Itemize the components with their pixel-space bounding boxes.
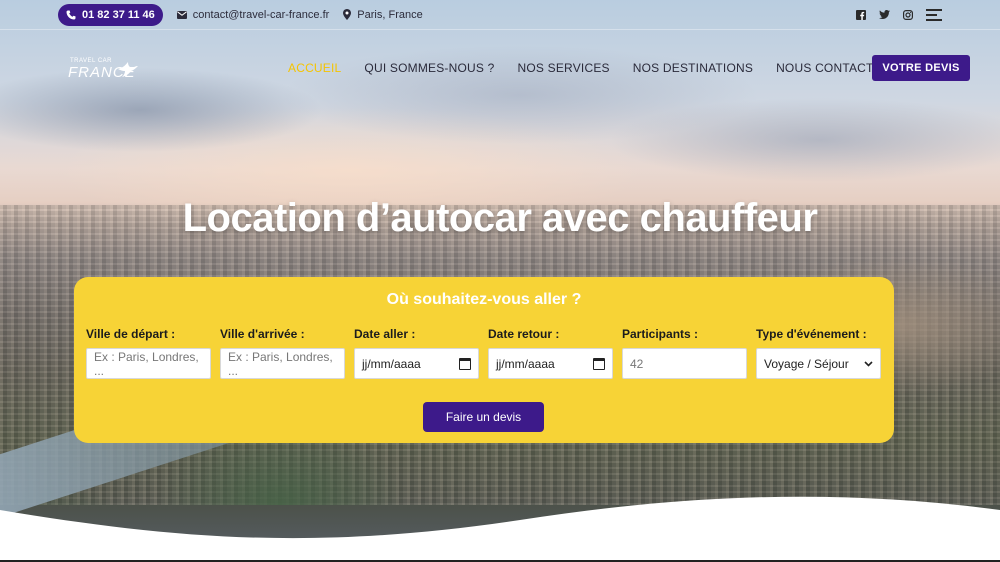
wave-divider bbox=[0, 496, 1000, 562]
social-links bbox=[856, 8, 942, 21]
facebook-icon[interactable] bbox=[856, 9, 866, 20]
event-type-value: Voyage / Séjour bbox=[764, 356, 849, 371]
email-link[interactable]: contact@travel-car-france.fr bbox=[176, 8, 330, 21]
arrival-field: Ville d'arrivée : Ex : Paris, Londres, .… bbox=[220, 327, 345, 379]
calendar-icon[interactable] bbox=[593, 357, 605, 370]
arrival-placeholder: Ex : Paris, Londres, ... bbox=[228, 349, 333, 378]
chevron-down-icon bbox=[864, 360, 873, 367]
nav-item-qui-sommes-nous[interactable]: QUI SOMMES-NOUS ? bbox=[364, 61, 494, 75]
event-type-label: Type d'événement : bbox=[756, 327, 867, 341]
nav-menu: ACCUEIL QUI SOMMES-NOUS ? NOS SERVICES N… bbox=[288, 61, 914, 75]
event-type-select[interactable]: Voyage / Séjour bbox=[756, 348, 881, 379]
date-aller-input[interactable]: jj/mm/aaaa bbox=[354, 348, 479, 379]
calendar-icon[interactable] bbox=[459, 357, 471, 370]
date-retour-value: jj/mm/aaaa bbox=[496, 356, 555, 371]
menu-icon[interactable] bbox=[926, 8, 942, 21]
departure-label: Ville de départ : bbox=[86, 327, 176, 341]
arrival-input[interactable]: Ex : Paris, Londres, ... bbox=[220, 348, 345, 379]
date-aller-field: Date aller : jj/mm/aaaa bbox=[354, 327, 479, 379]
twitter-icon[interactable] bbox=[879, 10, 890, 19]
nav-item-accueil[interactable]: ACCUEIL bbox=[288, 61, 341, 75]
main-nav: TRAVEL CAR FRANCE ACCUEIL QUI SOMMES-NOU… bbox=[0, 52, 1000, 82]
nav-item-services[interactable]: NOS SERVICES bbox=[518, 61, 610, 75]
participants-label: Participants : bbox=[622, 327, 699, 341]
date-retour-input[interactable]: jj/mm/aaaa bbox=[488, 348, 613, 379]
logo[interactable]: TRAVEL CAR FRANCE bbox=[66, 56, 140, 82]
event-type-field: Type d'événement : Voyage / Séjour bbox=[756, 327, 881, 379]
instagram-icon[interactable] bbox=[903, 9, 913, 20]
phone-number: 01 82 37 11 46 bbox=[82, 8, 155, 21]
departure-field: Ville de départ : Ex : Paris, Londres, .… bbox=[86, 327, 211, 379]
date-retour-label: Date retour : bbox=[488, 327, 560, 341]
departure-input[interactable]: Ex : Paris, Londres, ... bbox=[86, 348, 211, 379]
date-retour-field: Date retour : jj/mm/aaaa bbox=[488, 327, 613, 379]
booking-title: Où souhaitez-vous aller ? bbox=[386, 291, 582, 308]
booking-form: Où souhaitez-vous aller ? Ville de dépar… bbox=[74, 277, 894, 443]
participants-field: Participants : 42 bbox=[622, 327, 747, 379]
map-pin-icon bbox=[343, 9, 352, 20]
nav-item-destinations[interactable]: NOS DESTINATIONS bbox=[633, 61, 753, 75]
location-info: Paris, France bbox=[343, 8, 423, 21]
arrival-label: Ville d'arrivée : bbox=[220, 327, 305, 341]
faire-un-devis-button[interactable]: Faire un devis bbox=[423, 402, 544, 432]
envelope-icon bbox=[176, 10, 187, 19]
hero-headline: Location d’autocar avec chauffeur bbox=[182, 196, 818, 240]
bird-icon bbox=[118, 62, 138, 77]
departure-placeholder: Ex : Paris, Londres, ... bbox=[94, 349, 199, 378]
date-aller-value: jj/mm/aaaa bbox=[362, 356, 421, 371]
date-aller-label: Date aller : bbox=[354, 327, 416, 341]
participants-input[interactable]: 42 bbox=[622, 348, 747, 379]
top-bar: 01 82 37 11 46 contact@travel-car-france… bbox=[0, 0, 1000, 30]
participants-placeholder: 42 bbox=[630, 356, 644, 371]
votre-devis-button[interactable]: VOTRE DEVIS bbox=[872, 55, 970, 81]
location-text: Paris, France bbox=[357, 8, 423, 21]
email-text: contact@travel-car-france.fr bbox=[192, 8, 330, 21]
phone-button[interactable]: 01 82 37 11 46 bbox=[58, 3, 163, 26]
phone-icon bbox=[66, 10, 76, 19]
